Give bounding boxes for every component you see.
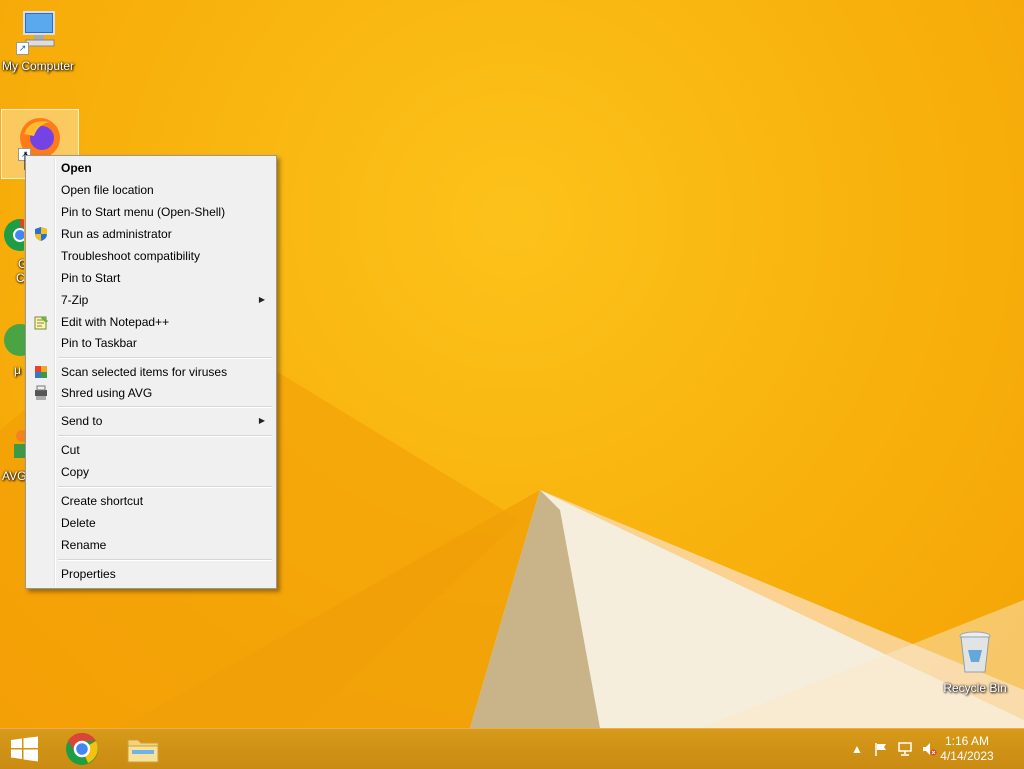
shield-icon [35,227,47,241]
clock[interactable]: 1:16 AM 4/14/2023 [932,734,1002,764]
menu-item-create-shortcut[interactable]: Create shortcut [28,490,274,512]
menu-item-open[interactable]: Open [28,157,274,179]
menu-item-label: Copy [61,465,90,479]
avg-icon [35,366,47,378]
desktop-icon-my-computer[interactable]: ↗ My Computer [0,8,76,76]
windows-logo-icon [11,736,38,762]
desktop-icon-avg[interactable]: AVG [0,424,26,492]
desktop-icon-label: G [18,257,24,271]
desktop-icon-label: AVG [2,469,26,483]
menu-item-label: Rename [61,538,107,552]
menu-item-send-to[interactable]: Send to ▶ [28,410,274,432]
menu-item-label: Run as administrator [61,227,172,241]
menu-item-label: Pin to Start menu (Open-Shell) [61,205,226,219]
clock-time: 1:16 AM [944,734,990,748]
menu-separator [58,435,272,437]
menu-item-scan-for-viruses[interactable]: Scan selected items for viruses [28,361,274,383]
notepadpp-icon [34,316,48,330]
utorrent-icon [4,324,26,356]
menu-item-label: Edit with Notepad++ [61,315,170,329]
clock-date: 4/14/2023 [940,749,994,763]
menu-item-label: Troubleshoot compatibility [61,249,200,263]
menu-item-copy[interactable]: Copy [28,461,274,483]
desktop-icon-label: μ [14,363,21,377]
menu-item-run-as-administrator[interactable]: Run as administrator [28,223,274,245]
menu-item-pin-to-start-menu-open-shell[interactable]: Pin to Start menu (Open-Shell) [28,201,274,223]
desktop-icon-chrome[interactable]: G C [0,218,24,298]
desktop-icon-label: My Computer [1,59,75,73]
recycle-bin-icon [959,631,991,673]
desktop-icon-label-line2: C [16,271,24,285]
context-menu: Open Open file location Pin to Start men… [25,155,277,589]
shortcut-arrow-icon: ↗ [16,42,29,55]
desktop-icon-utorrent[interactable]: μ [0,322,26,386]
menu-item-label: Pin to Start [61,271,121,285]
flag-icon[interactable] [873,741,889,757]
start-button[interactable] [0,729,56,769]
menu-item-label: Open [61,161,92,175]
menu-item-troubleshoot-compatibility[interactable]: Troubleshoot compatibility [28,245,274,267]
menu-separator [58,559,272,561]
taskbar-file-explorer[interactable] [116,729,172,769]
network-icon[interactable] [897,741,913,757]
menu-item-pin-to-start[interactable]: Pin to Start [28,267,274,289]
menu-separator [58,357,272,359]
menu-item-label: Open file location [61,183,154,197]
menu-separator [58,406,272,408]
taskbar-chrome[interactable] [56,729,112,769]
desktop-icon-label: Recycle Bin [943,681,1007,695]
menu-item-open-file-location[interactable]: Open file location [28,179,274,201]
menu-separator [58,486,272,488]
chrome-icon [66,732,98,765]
menu-item-label: Pin to Taskbar [61,336,137,350]
submenu-arrow-icon: ▶ [258,416,265,425]
menu-item-label: 7-Zip [61,293,89,307]
menu-item-7zip[interactable]: 7-Zip ▶ [28,289,274,311]
chevron-up-icon[interactable]: ▲ [849,741,865,757]
menu-item-rename[interactable]: Rename [28,534,274,556]
desktop-icon-recycle-bin[interactable]: Recycle Bin [937,628,1013,700]
avg-icon [14,430,26,458]
menu-item-label: Delete [61,516,96,530]
menu-item-label: Scan selected items for viruses [61,365,228,379]
menu-item-label: Properties [61,567,116,581]
menu-item-cut[interactable]: Cut [28,439,274,461]
submenu-arrow-icon: ▶ [258,295,265,304]
folder-icon [127,739,159,763]
menu-item-label: Cut [61,443,80,457]
menu-item-label: Create shortcut [61,494,144,508]
menu-item-shred-using-avg[interactable]: Shred using AVG [28,382,274,404]
menu-item-properties[interactable]: Properties [28,563,274,585]
menu-item-edit-with-notepadpp[interactable]: Edit with Notepad++ [28,311,274,333]
menu-item-pin-to-taskbar[interactable]: Pin to Taskbar [28,332,274,354]
menu-item-label: Shred using AVG [61,386,153,400]
shredder-icon [35,385,47,400]
chrome-icon [4,218,24,251]
taskbar: ▲ 1:16 AM 4/14/2023 [0,728,1024,769]
menu-item-label: Send to [61,414,103,428]
menu-item-delete[interactable]: Delete [28,512,274,534]
